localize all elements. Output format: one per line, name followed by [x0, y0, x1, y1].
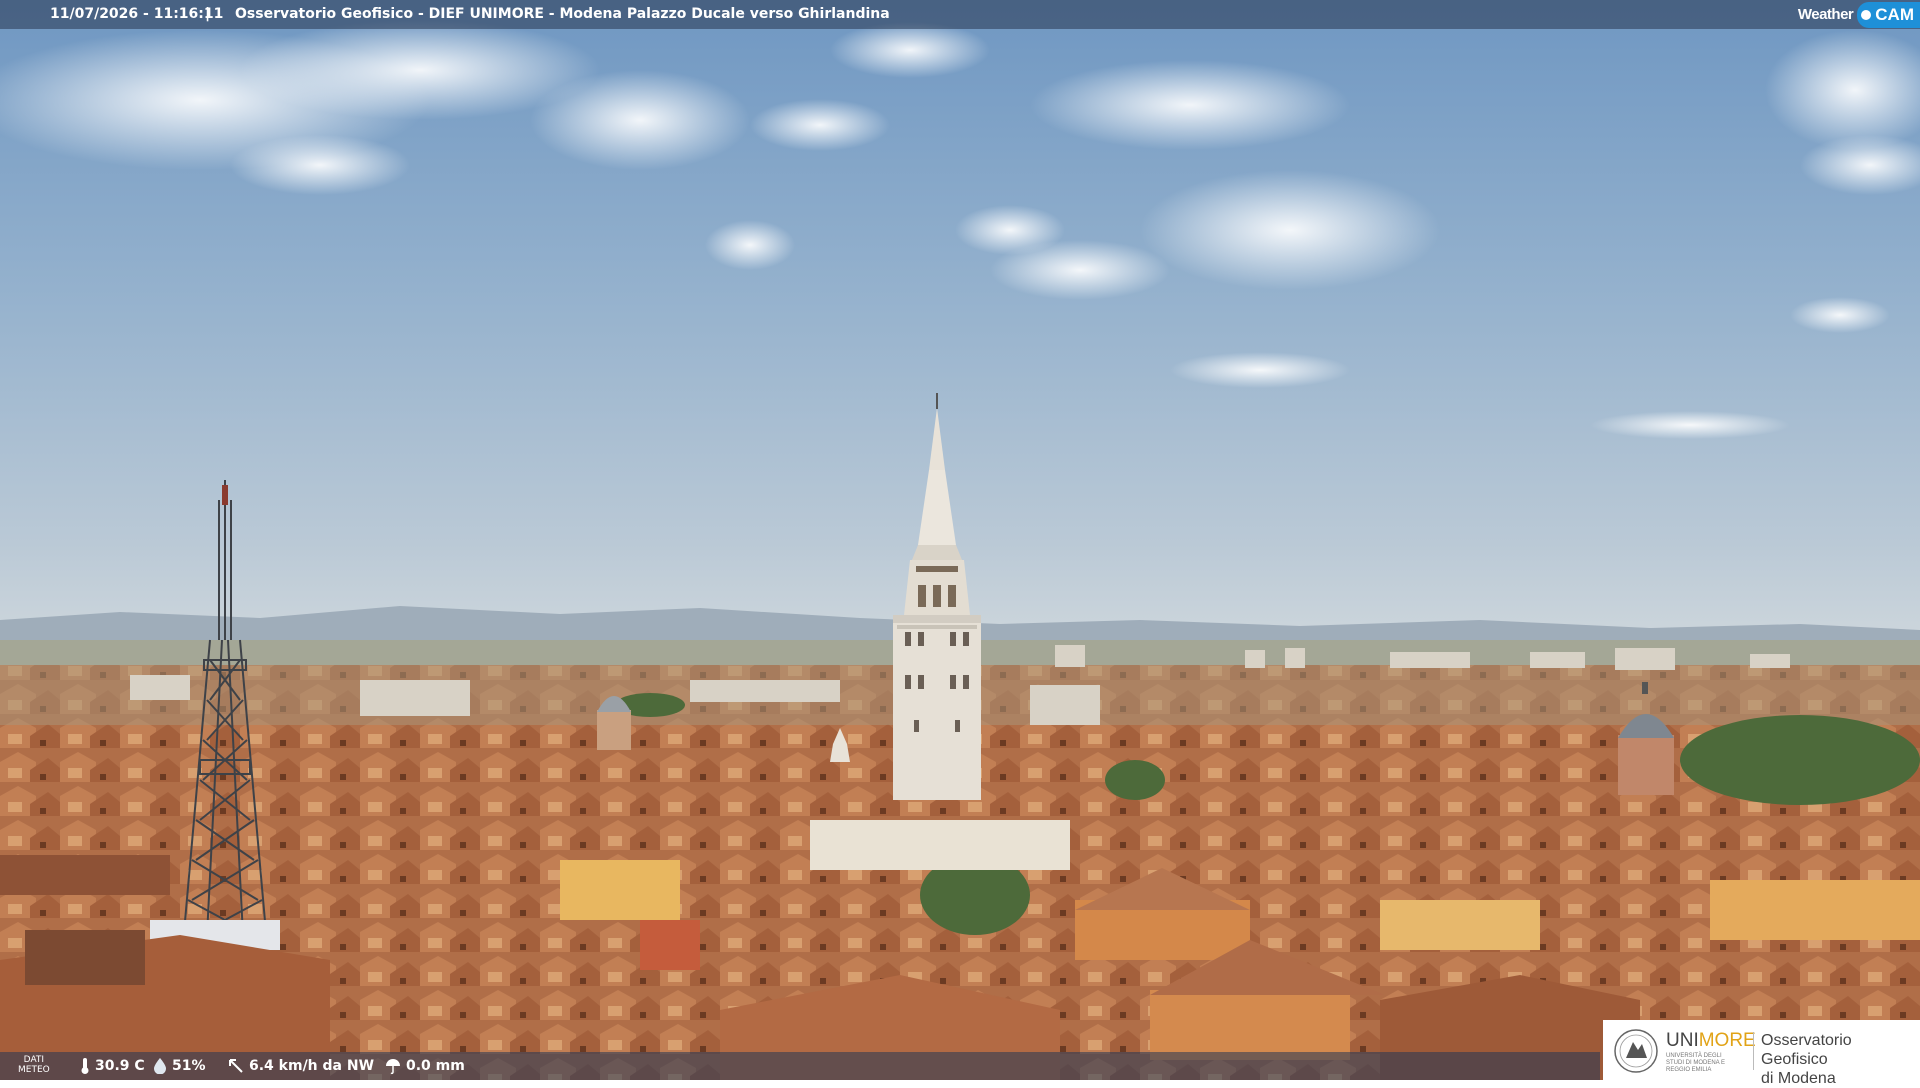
caption-bar: 11/07/2026 - 11:16:11 | Osservatorio Geo… [0, 0, 1920, 29]
camera-lens-icon [1861, 9, 1872, 20]
weather-data-label: DATI METEO [18, 1055, 50, 1075]
unimore-logo: UNIMORE UNIVERSITÀ DEGLI STUDI DI MODENA… [1603, 1020, 1920, 1087]
unimore-suffix: MORE [1698, 1030, 1756, 1051]
unimore-seal-icon [1614, 1029, 1658, 1073]
weathercam-logo-badge: CAM [1857, 1, 1920, 28]
caption-separator: | [205, 6, 211, 22]
weather-label-line1: DATI [23, 1055, 45, 1065]
weather-data-bar: DATI METEO 30.9 C 51% 6.4 km/h da NW 0.0… [0, 1052, 1600, 1080]
humidity-drop-icon [154, 1058, 166, 1074]
wind-readout: 6.4 km/h da NW [228, 1058, 374, 1074]
unimore-subtext: UNIVERSITÀ DEGLI STUDI DI MODENA E REGGI… [1666, 1053, 1726, 1073]
webcam-view [0, 0, 1920, 1080]
umbrella-icon [386, 1059, 400, 1074]
rain-readout: 0.0 mm [385, 1058, 465, 1074]
temperature-value: 30.9 C [95, 1058, 145, 1074]
unimore-prefix: UNI [1666, 1030, 1699, 1051]
weather-label-line2: METEO [18, 1065, 50, 1075]
temperature-readout: 30.9 C [80, 1058, 145, 1074]
humidity-value: 51% [172, 1058, 206, 1074]
thermometer-icon [81, 1058, 89, 1074]
timestamp: 11/07/2026 - 11:16:11 [50, 6, 224, 22]
weathercam-logo-right: CAM [1875, 4, 1914, 24]
humidity-readout: 51% [153, 1058, 206, 1074]
observatory-line1: Osservatorio Geofisico [1761, 1032, 1852, 1068]
weathercam-logo: Weather CAM [1798, 0, 1920, 29]
church-dome-left [597, 696, 631, 750]
weathercam-logo-left: Weather [1797, 6, 1854, 23]
observatory-name: Osservatorio Geofisico di Modena [1761, 1031, 1920, 1088]
rain-value: 0.0 mm [406, 1058, 465, 1074]
logo-divider [1753, 1032, 1754, 1070]
camera-caption: Osservatorio Geofisico - DIEF UNIMORE - … [235, 6, 890, 22]
wind-direction-icon [229, 1059, 243, 1073]
unimore-wordmark: UNIMORE [1666, 1030, 1756, 1052]
observatory-line2: di Modena [1761, 1070, 1836, 1087]
wind-value: 6.4 km/h da NW [249, 1058, 375, 1074]
